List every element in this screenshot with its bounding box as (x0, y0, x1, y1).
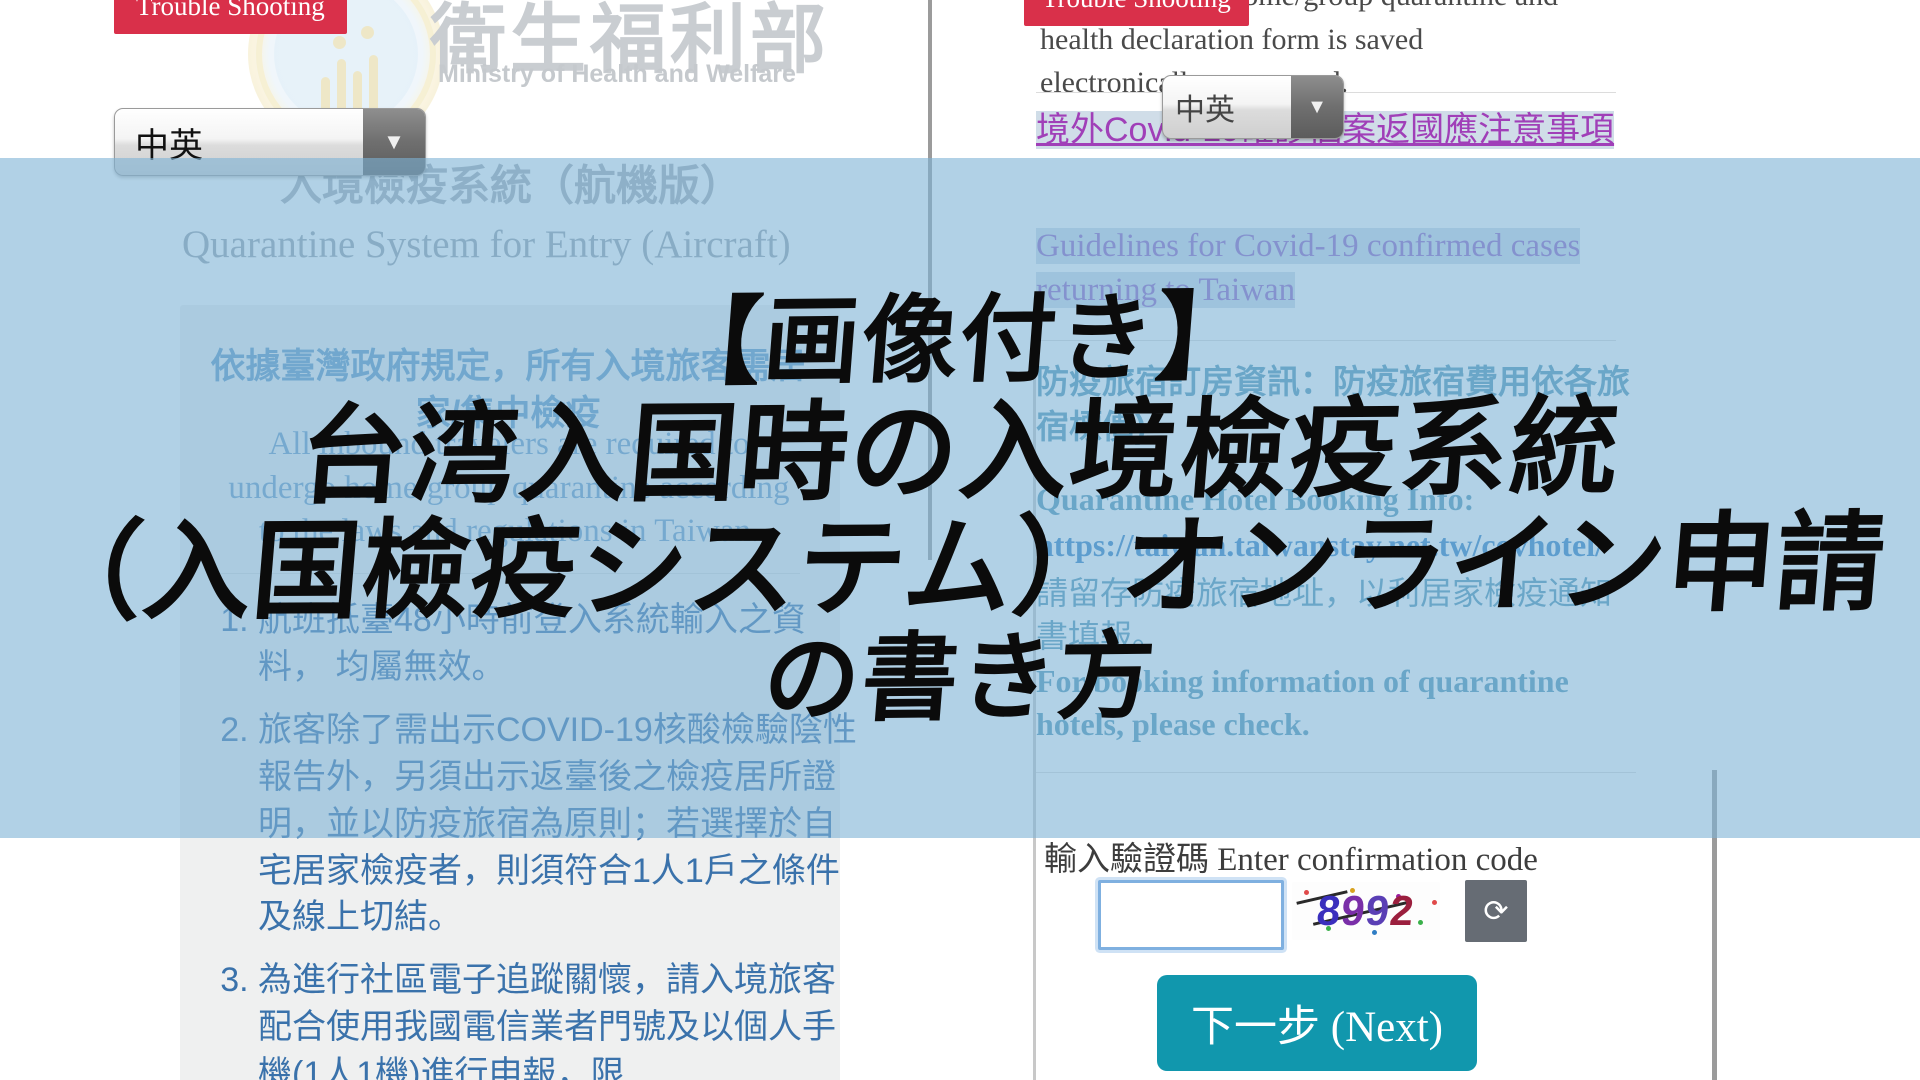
covid-guideline-link-en-text: Guidelines for Covid-19 confirmed cases … (1036, 228, 1581, 308)
list-item: 航班抵臺48小時前登入系統輸入之資料， 均屬無效。 (258, 597, 868, 691)
hotel-heading-en-text: Quarantine Hotel Booking Info: (1036, 481, 1475, 517)
right-divider-2 (1036, 340, 1616, 341)
screenshot-root: 衛生福利部 Ministry of Health and Welfare 入境檢… (0, 0, 1920, 1080)
right-language-select[interactable]: 中英 ▼ (1162, 75, 1344, 139)
covid-guideline-link-en[interactable]: Guidelines for Covid-19 confirmed cases … (1036, 225, 1636, 312)
left-card-divider (220, 573, 800, 574)
trouble-shooting-button-right[interactable]: Trouble Shooting (1024, 0, 1249, 26)
agency-name-en: Ministry of Health and Welfare (438, 60, 796, 88)
hotel-heading-en: Quarantine Hotel Booking Info: (1036, 478, 1636, 521)
left-lead-en: All inbound travelers are required to un… (228, 426, 790, 550)
chevron-down-icon: ▼ (1291, 76, 1343, 138)
hotel-note-en-text: For booking information of quarantine ho… (1036, 663, 1569, 743)
column-divider (928, 0, 932, 560)
left-notice-list: 航班抵臺48小時前登入系統輸入之資料， 均屬無效。 旅客除了需出示COVID-1… (206, 597, 868, 1080)
hotel-note-en: For booking information of quarantine ho… (1036, 660, 1636, 746)
language-select-value: 中英 (135, 126, 203, 165)
trouble-shooting-button[interactable]: Trouble Shooting (114, 0, 347, 34)
right-rule-inner (1712, 770, 1717, 1080)
hotel-url-text: https://taiwan.taiwanstay.net.tw/covhote… (1036, 527, 1604, 563)
next-button[interactable]: 下一步 (Next) (1157, 975, 1477, 1071)
captcha-code-text: 8992 (1314, 887, 1418, 934)
hotel-heading-zh-text: 防疫旅宿訂房資訊：防疫旅宿費用依各旅宿標價) (1036, 363, 1630, 445)
system-title-en: Quarantine System for Entry (Aircraft) (182, 223, 791, 266)
captcha-image: 8992 (1292, 882, 1440, 940)
captcha-label: 輸入驗證碼 Enter confirmation code (1044, 842, 1538, 878)
language-select[interactable]: 中英 ▼ (114, 108, 426, 176)
hotel-url-link[interactable]: https://taiwan.taiwanstay.net.tw/covhote… (1036, 524, 1636, 567)
list-item: 旅客除了需出示COVID-19核酸檢驗陰性報告外，另須出示返臺後之檢疫居所證明，… (258, 707, 868, 942)
right-divider-3 (1036, 772, 1636, 773)
hotel-note-zh-text: 請留存防疫旅宿地址，以利居家檢疫通知書填報。 (1036, 575, 1613, 655)
refresh-icon[interactable]: ⟳ (1465, 880, 1527, 942)
left-info-card: 依據臺灣政府規定，所有入境旅客需居家/集中檢疫 All inbound trav… (180, 305, 857, 1080)
hotel-note-zh: 請留存防疫旅宿地址，以利居家檢疫通知書填報。 (1036, 572, 1636, 658)
list-item: 為進行社區電子追蹤關懷，請入境旅客配合使用我國電信業者門號及以個人手機(1人1機… (258, 957, 868, 1080)
captcha-input[interactable] (1098, 880, 1284, 950)
chevron-down-icon: ▼ (363, 109, 425, 175)
hotel-heading-zh: 防疫旅宿訂房資訊：防疫旅宿費用依各旅宿標價) (1036, 360, 1636, 449)
right-language-select-value: 中英 (1175, 94, 1235, 127)
left-column: 衛生福利部 Ministry of Health and Welfare 入境檢… (0, 0, 930, 1080)
